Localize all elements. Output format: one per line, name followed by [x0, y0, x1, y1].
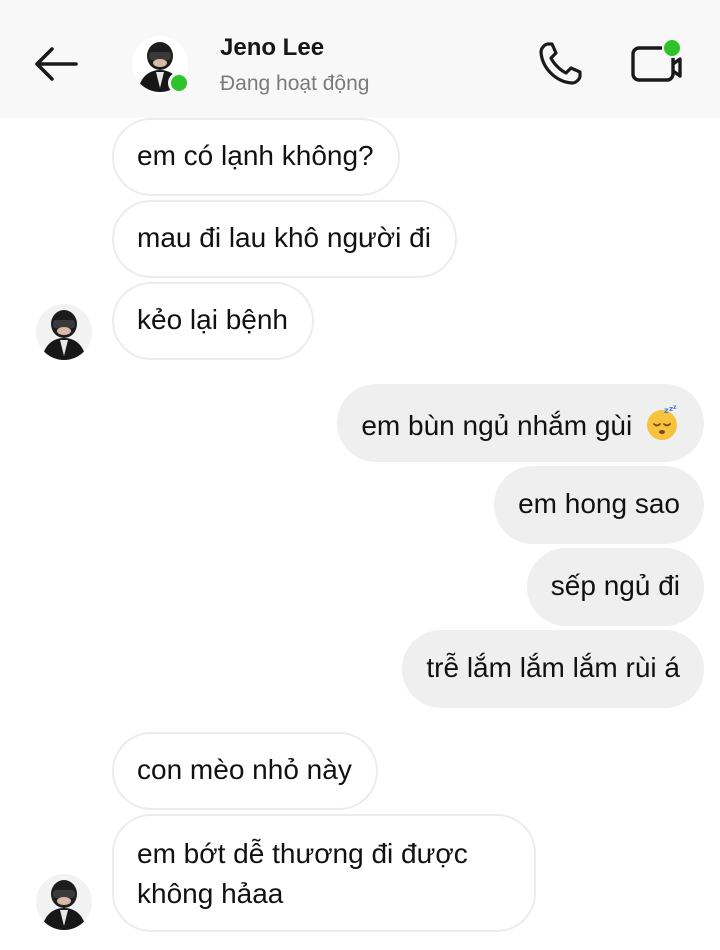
message-text: em có lạnh không?	[137, 140, 374, 171]
sleeping-face-icon: z z z	[647, 405, 677, 440]
outgoing-message[interactable]: em hong sao	[494, 466, 704, 544]
phone-icon	[539, 42, 582, 85]
message-text: mau đi lau khô người đi	[137, 222, 431, 253]
message-text: sếp ngủ đi	[550, 570, 680, 601]
message-text: kẻo lại bệnh	[137, 304, 289, 335]
contact-avatar[interactable]	[132, 36, 190, 94]
message-text: con mèo nhỏ này	[137, 754, 352, 785]
sender-avatar[interactable]	[36, 304, 92, 360]
incoming-message[interactable]: em có lạnh không?	[112, 118, 400, 196]
video-call-button[interactable]	[626, 36, 686, 92]
back-button[interactable]	[28, 40, 84, 88]
arrow-left-icon	[35, 47, 78, 81]
online-status-dot	[168, 72, 190, 94]
voice-call-button[interactable]	[532, 36, 588, 92]
activity-status: Đang hoạt động	[220, 72, 370, 95]
outgoing-message[interactable]: em bùn ngủ nhắm gùi z z z	[337, 384, 704, 462]
outgoing-message[interactable]: trễ lắm lắm lắm rùi á	[402, 630, 704, 708]
outgoing-message[interactable]: sếp ngủ đi	[526, 548, 704, 626]
incoming-message[interactable]: mau đi lau khô người đi	[112, 200, 457, 278]
incoming-message[interactable]: em bớt dễ thương đi được không hảaa	[112, 814, 536, 932]
message-text: em bùn ngủ nhắm gùi	[361, 410, 633, 441]
chat-screen: Jeno Lee Đang hoạt động em có lạnh không…	[0, 0, 720, 950]
message-text: trễ lắm lắm lắm rùi á	[426, 652, 680, 683]
message-text: em bớt dễ thương đi được không hảaa	[137, 838, 468, 909]
svg-text:z: z	[673, 405, 677, 411]
message-text: em hong sao	[518, 488, 680, 519]
sender-avatar[interactable]	[36, 874, 92, 930]
video-camera-icon	[631, 38, 682, 82]
incoming-message[interactable]: con mèo nhỏ này	[112, 732, 378, 810]
avatar-image	[36, 304, 92, 360]
avatar-image	[36, 874, 92, 930]
contact-name[interactable]: Jeno Lee	[220, 34, 324, 62]
chat-header: Jeno Lee Đang hoạt động	[0, 0, 720, 118]
incoming-message[interactable]: kẻo lại bệnh	[112, 282, 315, 360]
